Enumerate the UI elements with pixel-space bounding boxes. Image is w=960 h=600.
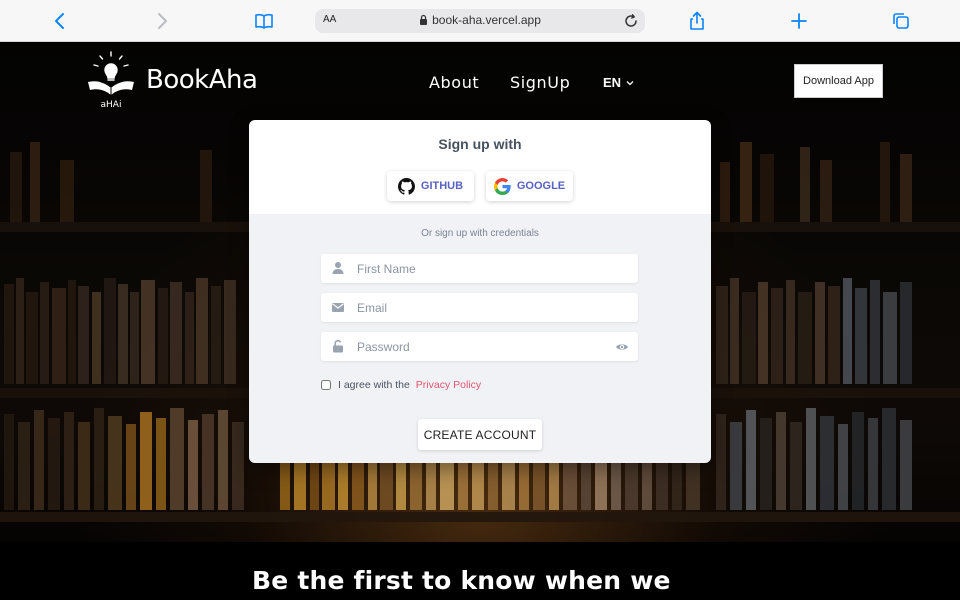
- share-icon[interactable]: [685, 9, 709, 33]
- google-label: GOOGLE: [516, 180, 566, 192]
- envelope-icon: [332, 303, 344, 312]
- language-label: EN: [603, 75, 622, 90]
- lock-open-icon: [333, 340, 343, 353]
- first-name-input[interactable]: [357, 254, 607, 283]
- browser-toolbar: AA book-aha.vercel.app: [0, 0, 960, 42]
- email-input[interactable]: [357, 293, 607, 322]
- url-display: book-aha.vercel.app: [315, 13, 645, 27]
- url-text: book-aha.vercel.app: [432, 13, 541, 27]
- eye-icon[interactable]: [615, 340, 629, 354]
- google-signup-button[interactable]: GOOGLE: [486, 171, 573, 201]
- section-headline: Be the first to know when we: [252, 566, 671, 595]
- agree-text: I agree with the: [338, 379, 410, 391]
- card-title: Sign up with: [438, 136, 522, 152]
- password-field[interactable]: [321, 332, 638, 361]
- new-tab-icon[interactable]: [787, 9, 811, 33]
- lightbulb-book-icon: aHAi: [86, 50, 136, 110]
- or-divider-text: Or sign up with credentials: [421, 228, 539, 239]
- brand-name: BookAha: [146, 65, 258, 95]
- github-signup-button[interactable]: GITHUB: [387, 171, 474, 201]
- privacy-policy-link[interactable]: Privacy Policy: [416, 379, 481, 391]
- back-icon[interactable]: [48, 9, 72, 33]
- google-icon: [493, 177, 511, 195]
- nav-signup-link[interactable]: SignUp: [510, 73, 570, 92]
- privacy-agreement: I agree with the Privacy Policy: [321, 379, 481, 391]
- chevron-down-icon: [626, 80, 634, 85]
- social-signup-section: Sign up with GITHUB GOOGLE: [249, 120, 711, 214]
- bookmarks-icon[interactable]: [252, 9, 276, 33]
- signup-card: Sign up with GITHUB GOOGLE Or sign up wi…: [249, 120, 711, 463]
- language-selector[interactable]: EN: [603, 75, 634, 90]
- first-name-field[interactable]: [321, 254, 638, 283]
- github-icon: [397, 177, 415, 195]
- brand-logo[interactable]: aHAi BookAha: [86, 50, 258, 110]
- password-input[interactable]: [357, 332, 607, 361]
- address-bar[interactable]: AA book-aha.vercel.app: [315, 9, 645, 33]
- create-account-button[interactable]: CREATE ACCOUNT: [418, 419, 542, 450]
- page: Be the first to know when we aHAi BookAh…: [0, 42, 960, 600]
- svg-text:aHAi: aHAi: [101, 100, 122, 110]
- reload-icon[interactable]: [623, 13, 639, 29]
- user-icon: [332, 262, 344, 274]
- agree-checkbox[interactable]: [321, 380, 331, 390]
- credentials-section: Or sign up with credentials I agree with…: [249, 214, 711, 463]
- github-label: GITHUB: [420, 180, 464, 192]
- lock-icon: [420, 14, 428, 25]
- email-field[interactable]: [321, 293, 638, 322]
- download-app-button[interactable]: Download App: [794, 64, 883, 98]
- nav-about-link[interactable]: About: [429, 73, 479, 92]
- forward-icon[interactable]: [150, 9, 174, 33]
- tabs-overview-icon[interactable]: [889, 9, 913, 33]
